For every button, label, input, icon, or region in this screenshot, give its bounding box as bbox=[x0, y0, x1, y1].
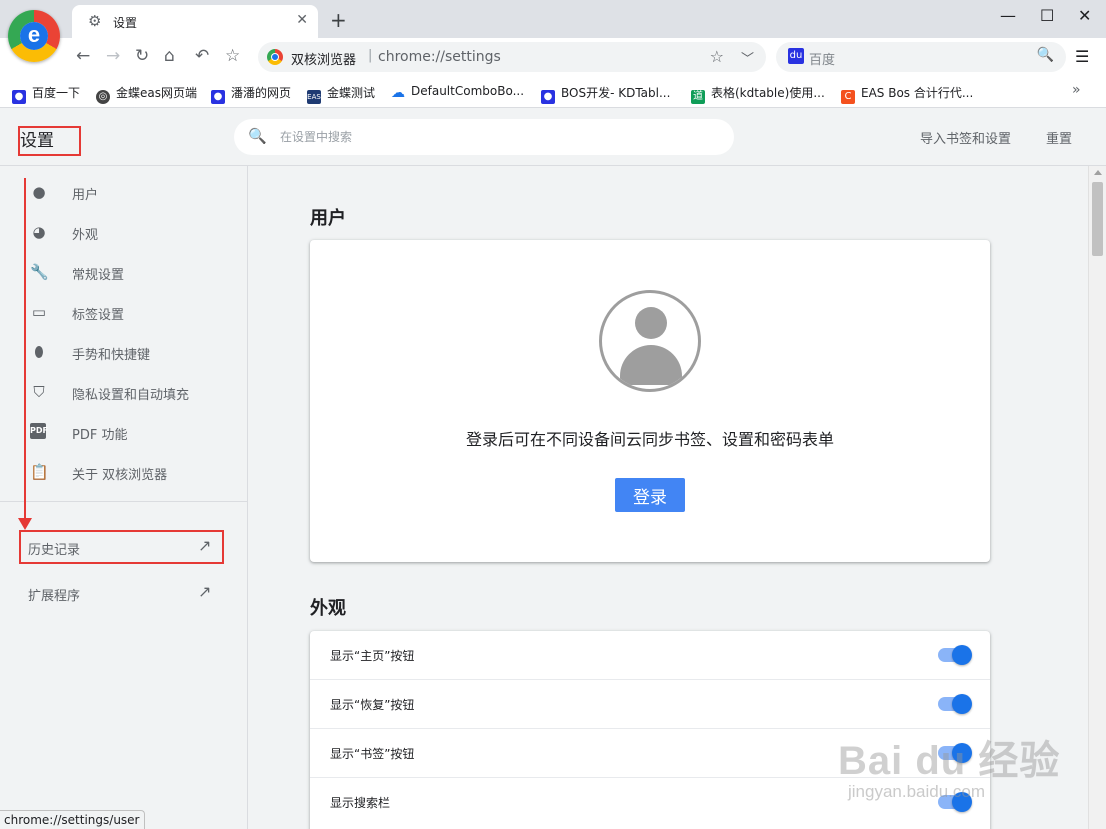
tab-settings[interactable]: ⚙ 设置 ✕ bbox=[72, 5, 318, 38]
title-bar: ⚙ 设置 ✕ + — ☐ ✕ bbox=[0, 0, 1106, 38]
restore-button-toggle[interactable] bbox=[938, 694, 972, 714]
tab-title: 设置 bbox=[113, 16, 138, 30]
eas-icon: EAS bbox=[307, 90, 321, 104]
chevron-down-icon[interactable]: ﹀ bbox=[741, 48, 754, 67]
shield-icon: ⛉ bbox=[33, 383, 45, 401]
avatar-icon bbox=[599, 290, 701, 392]
bookmark-item[interactable]: 道表格(kdtable)使用... bbox=[691, 84, 825, 104]
toolbar: ← → ↻ ⌂ ↶ ☆ 双核浏览器 | chrome://settings ☆ … bbox=[0, 38, 1106, 76]
gear-icon: ⚙ bbox=[88, 12, 102, 30]
sidebar-item-user[interactable]: ● 用户 bbox=[0, 172, 247, 212]
mouse-icon: ⬮ bbox=[34, 343, 44, 361]
search-engine-box[interactable]: du 百度 🔍 bbox=[776, 42, 1066, 72]
tab-icon: ▭ bbox=[31, 303, 47, 321]
site-icon bbox=[267, 49, 283, 65]
home-button[interactable]: ⌂ bbox=[164, 46, 175, 66]
annotation-arrow-head bbox=[18, 518, 32, 530]
user-card: 登录后可在不同设备间云同步书签、设置和密码表单 登录 bbox=[310, 240, 990, 562]
baidu-watermark: Bai du 经验 jingyan.baidu.com bbox=[838, 739, 1061, 801]
sidebar-item-tabs[interactable]: ▭ 标签设置 bbox=[0, 292, 247, 332]
search-icon[interactable]: 🔍 bbox=[1037, 47, 1054, 63]
back-button[interactable]: ← bbox=[76, 46, 90, 66]
setting-row: 显示“主页”按钮 bbox=[310, 631, 990, 680]
sidebar-item-about[interactable]: 📋 关于 双核浏览器 bbox=[0, 452, 247, 492]
palette-icon: ◕ bbox=[32, 223, 46, 241]
home-button-toggle[interactable] bbox=[938, 645, 972, 665]
settings-search-box[interactable]: 🔍 bbox=[234, 119, 734, 155]
section-title-appearance: 外观 bbox=[310, 598, 346, 619]
highlight-history-box bbox=[19, 530, 224, 564]
more-bookmarks-icon[interactable]: » bbox=[1072, 82, 1081, 98]
section-title-user: 用户 bbox=[310, 208, 346, 229]
url-text[interactable]: chrome://settings bbox=[378, 49, 501, 65]
paw-icon: ● bbox=[12, 90, 26, 104]
status-url: chrome://settings/user bbox=[0, 810, 145, 829]
sidebar-item-privacy[interactable]: ⛉ 隐私设置和自动填充 bbox=[0, 372, 247, 412]
minimize-button[interactable]: — bbox=[1000, 6, 1016, 25]
bookmark-star-button[interactable]: ☆ bbox=[225, 46, 240, 66]
bookmark-item[interactable]: ☁ DefaultComboBo... bbox=[391, 84, 524, 100]
bookmark-item[interactable]: ● 百度一下 bbox=[12, 84, 80, 104]
bookmark-item[interactable]: C EAS Bos 合计行代... bbox=[841, 84, 973, 104]
search-engine-placeholder: 百度 bbox=[809, 53, 836, 68]
scroll-up-arrow-icon[interactable] bbox=[1094, 170, 1102, 175]
signin-button[interactable]: 登录 bbox=[615, 478, 685, 512]
forward-button[interactable]: → bbox=[106, 46, 120, 66]
menu-icon[interactable]: ☰ bbox=[1075, 47, 1089, 66]
paw-icon: ● bbox=[211, 90, 225, 104]
bookmark-item[interactable]: EAS 金蝶测试 bbox=[307, 84, 375, 104]
settings-header: 设置 🔍 导入书签和设置 重置 bbox=[0, 108, 1106, 166]
sidebar-item-appearance[interactable]: ◕ 外观 bbox=[0, 212, 247, 252]
c-icon: C bbox=[841, 90, 855, 104]
clipboard-icon: 📋 bbox=[30, 463, 49, 481]
scrollbar[interactable] bbox=[1088, 166, 1106, 829]
settings-search-input[interactable] bbox=[280, 127, 700, 147]
site-name: 双核浏览器 bbox=[291, 53, 357, 68]
search-icon: 🔍 bbox=[248, 127, 267, 145]
restore-button[interactable]: ↶ bbox=[195, 46, 209, 66]
sidebar-link-extensions[interactable]: 扩展程序 ↗ bbox=[0, 575, 247, 611]
doc-icon: 道 bbox=[691, 90, 705, 104]
browser-logo-icon[interactable]: e bbox=[8, 10, 60, 62]
bookmark-item[interactable]: ◎ 金蝶eas网页端 bbox=[96, 84, 197, 104]
address-bar[interactable]: 双核浏览器 | chrome://settings ☆ ﹀ bbox=[258, 42, 766, 72]
globe-icon: ◎ bbox=[96, 90, 110, 104]
sidebar: ● 用户 ◕ 外观 🔧 常规设置 ▭ 标签设置 ⬮ 手势和快捷键 ⛉ 隐私设置和… bbox=[0, 166, 248, 829]
paw-icon: ● bbox=[541, 90, 555, 104]
reload-button[interactable]: ↻ bbox=[135, 46, 149, 66]
highlight-title-box bbox=[18, 126, 81, 156]
sidebar-item-pdf[interactable]: PDF PDF 功能 bbox=[0, 412, 247, 452]
external-link-icon: ↗ bbox=[198, 582, 212, 601]
pdf-icon: PDF bbox=[30, 423, 48, 439]
paw-icon: du bbox=[788, 48, 804, 64]
maximize-button[interactable]: ☐ bbox=[1040, 6, 1054, 25]
bookmark-item[interactable]: ● BOS开发- KDTabl... bbox=[541, 84, 670, 104]
wrench-icon: 🔧 bbox=[30, 263, 49, 281]
cloud-icon: ☁ bbox=[391, 85, 405, 101]
sidebar-item-gestures[interactable]: ⬮ 手势和快捷键 bbox=[0, 332, 247, 372]
sidebar-divider bbox=[0, 501, 247, 502]
sync-description: 登录后可在不同设备间云同步书签、设置和密码表单 bbox=[465, 430, 834, 449]
sidebar-item-general[interactable]: 🔧 常规设置 bbox=[0, 252, 247, 292]
new-tab-button[interactable]: + bbox=[330, 8, 347, 32]
reset-link[interactable]: 重置 bbox=[1046, 128, 1072, 147]
bookmark-item[interactable]: ● 潘潘的网页 bbox=[211, 84, 291, 104]
close-window-button[interactable]: ✕ bbox=[1078, 6, 1091, 25]
bookmarks-bar: ● 百度一下 ◎ 金蝶eas网页端 ● 潘潘的网页 EAS 金蝶测试 ☁ DefaultC… bbox=[0, 76, 1106, 108]
star-icon[interactable]: ☆ bbox=[710, 47, 724, 66]
person-icon: ● bbox=[32, 183, 46, 201]
scrollbar-thumb[interactable] bbox=[1092, 182, 1103, 256]
annotation-arrow-line bbox=[24, 178, 26, 520]
setting-row: 显示“恢复”按钮 bbox=[310, 680, 990, 729]
import-bookmarks-link[interactable]: 导入书签和设置 bbox=[920, 128, 1011, 147]
tab-close-icon[interactable]: ✕ bbox=[296, 12, 308, 28]
